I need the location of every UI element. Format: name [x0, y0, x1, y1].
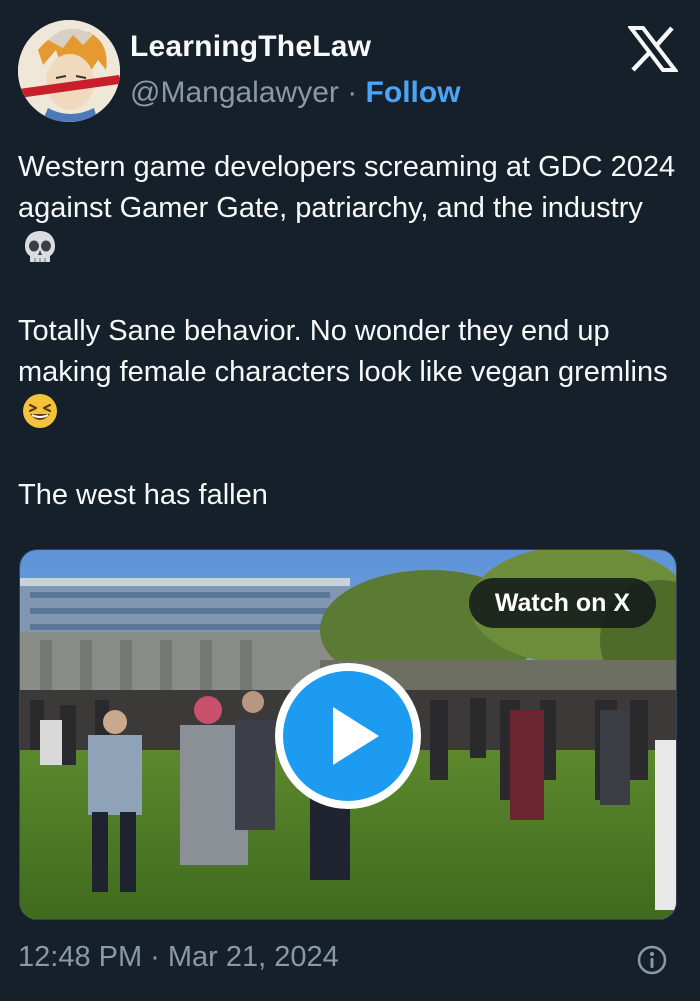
skull-emoji-icon: [22, 229, 58, 265]
tweet-timestamp[interactable]: 12:48 PM · Mar 21, 2024: [18, 941, 339, 974]
watch-on-x-button[interactable]: Watch on X: [468, 578, 656, 628]
tweet-text: Western game developers screaming at GDC…: [18, 147, 682, 516]
tweet-paragraph-1: Western game developers screaming at GDC…: [18, 147, 682, 270]
handle-row: @Mangalawyer · Follow: [130, 76, 461, 110]
tweet-line-2: Totally Sane behavior. No wonder they en…: [18, 315, 668, 388]
info-icon[interactable]: [636, 944, 668, 976]
play-button[interactable]: [275, 663, 421, 809]
tweet-line-1: Western game developers screaming at GDC…: [18, 151, 676, 224]
avatar[interactable]: [18, 20, 120, 122]
play-icon: [283, 671, 413, 801]
follow-button[interactable]: Follow: [366, 76, 461, 109]
tweet-header: LearningTheLaw @Mangalawyer · Follow: [0, 0, 700, 130]
author-handle[interactable]: @Mangalawyer: [130, 76, 339, 109]
author-name[interactable]: LearningTheLaw: [130, 30, 371, 64]
separator: ·: [338, 76, 366, 109]
tweet-paragraph-2: Totally Sane behavior. No wonder they en…: [18, 311, 682, 434]
tweet-paragraph-3: The west has fallen: [18, 479, 268, 511]
video-media[interactable]: Watch on X: [19, 549, 677, 920]
laughing-emoji-icon: [22, 393, 58, 429]
x-logo-icon[interactable]: [626, 26, 680, 72]
